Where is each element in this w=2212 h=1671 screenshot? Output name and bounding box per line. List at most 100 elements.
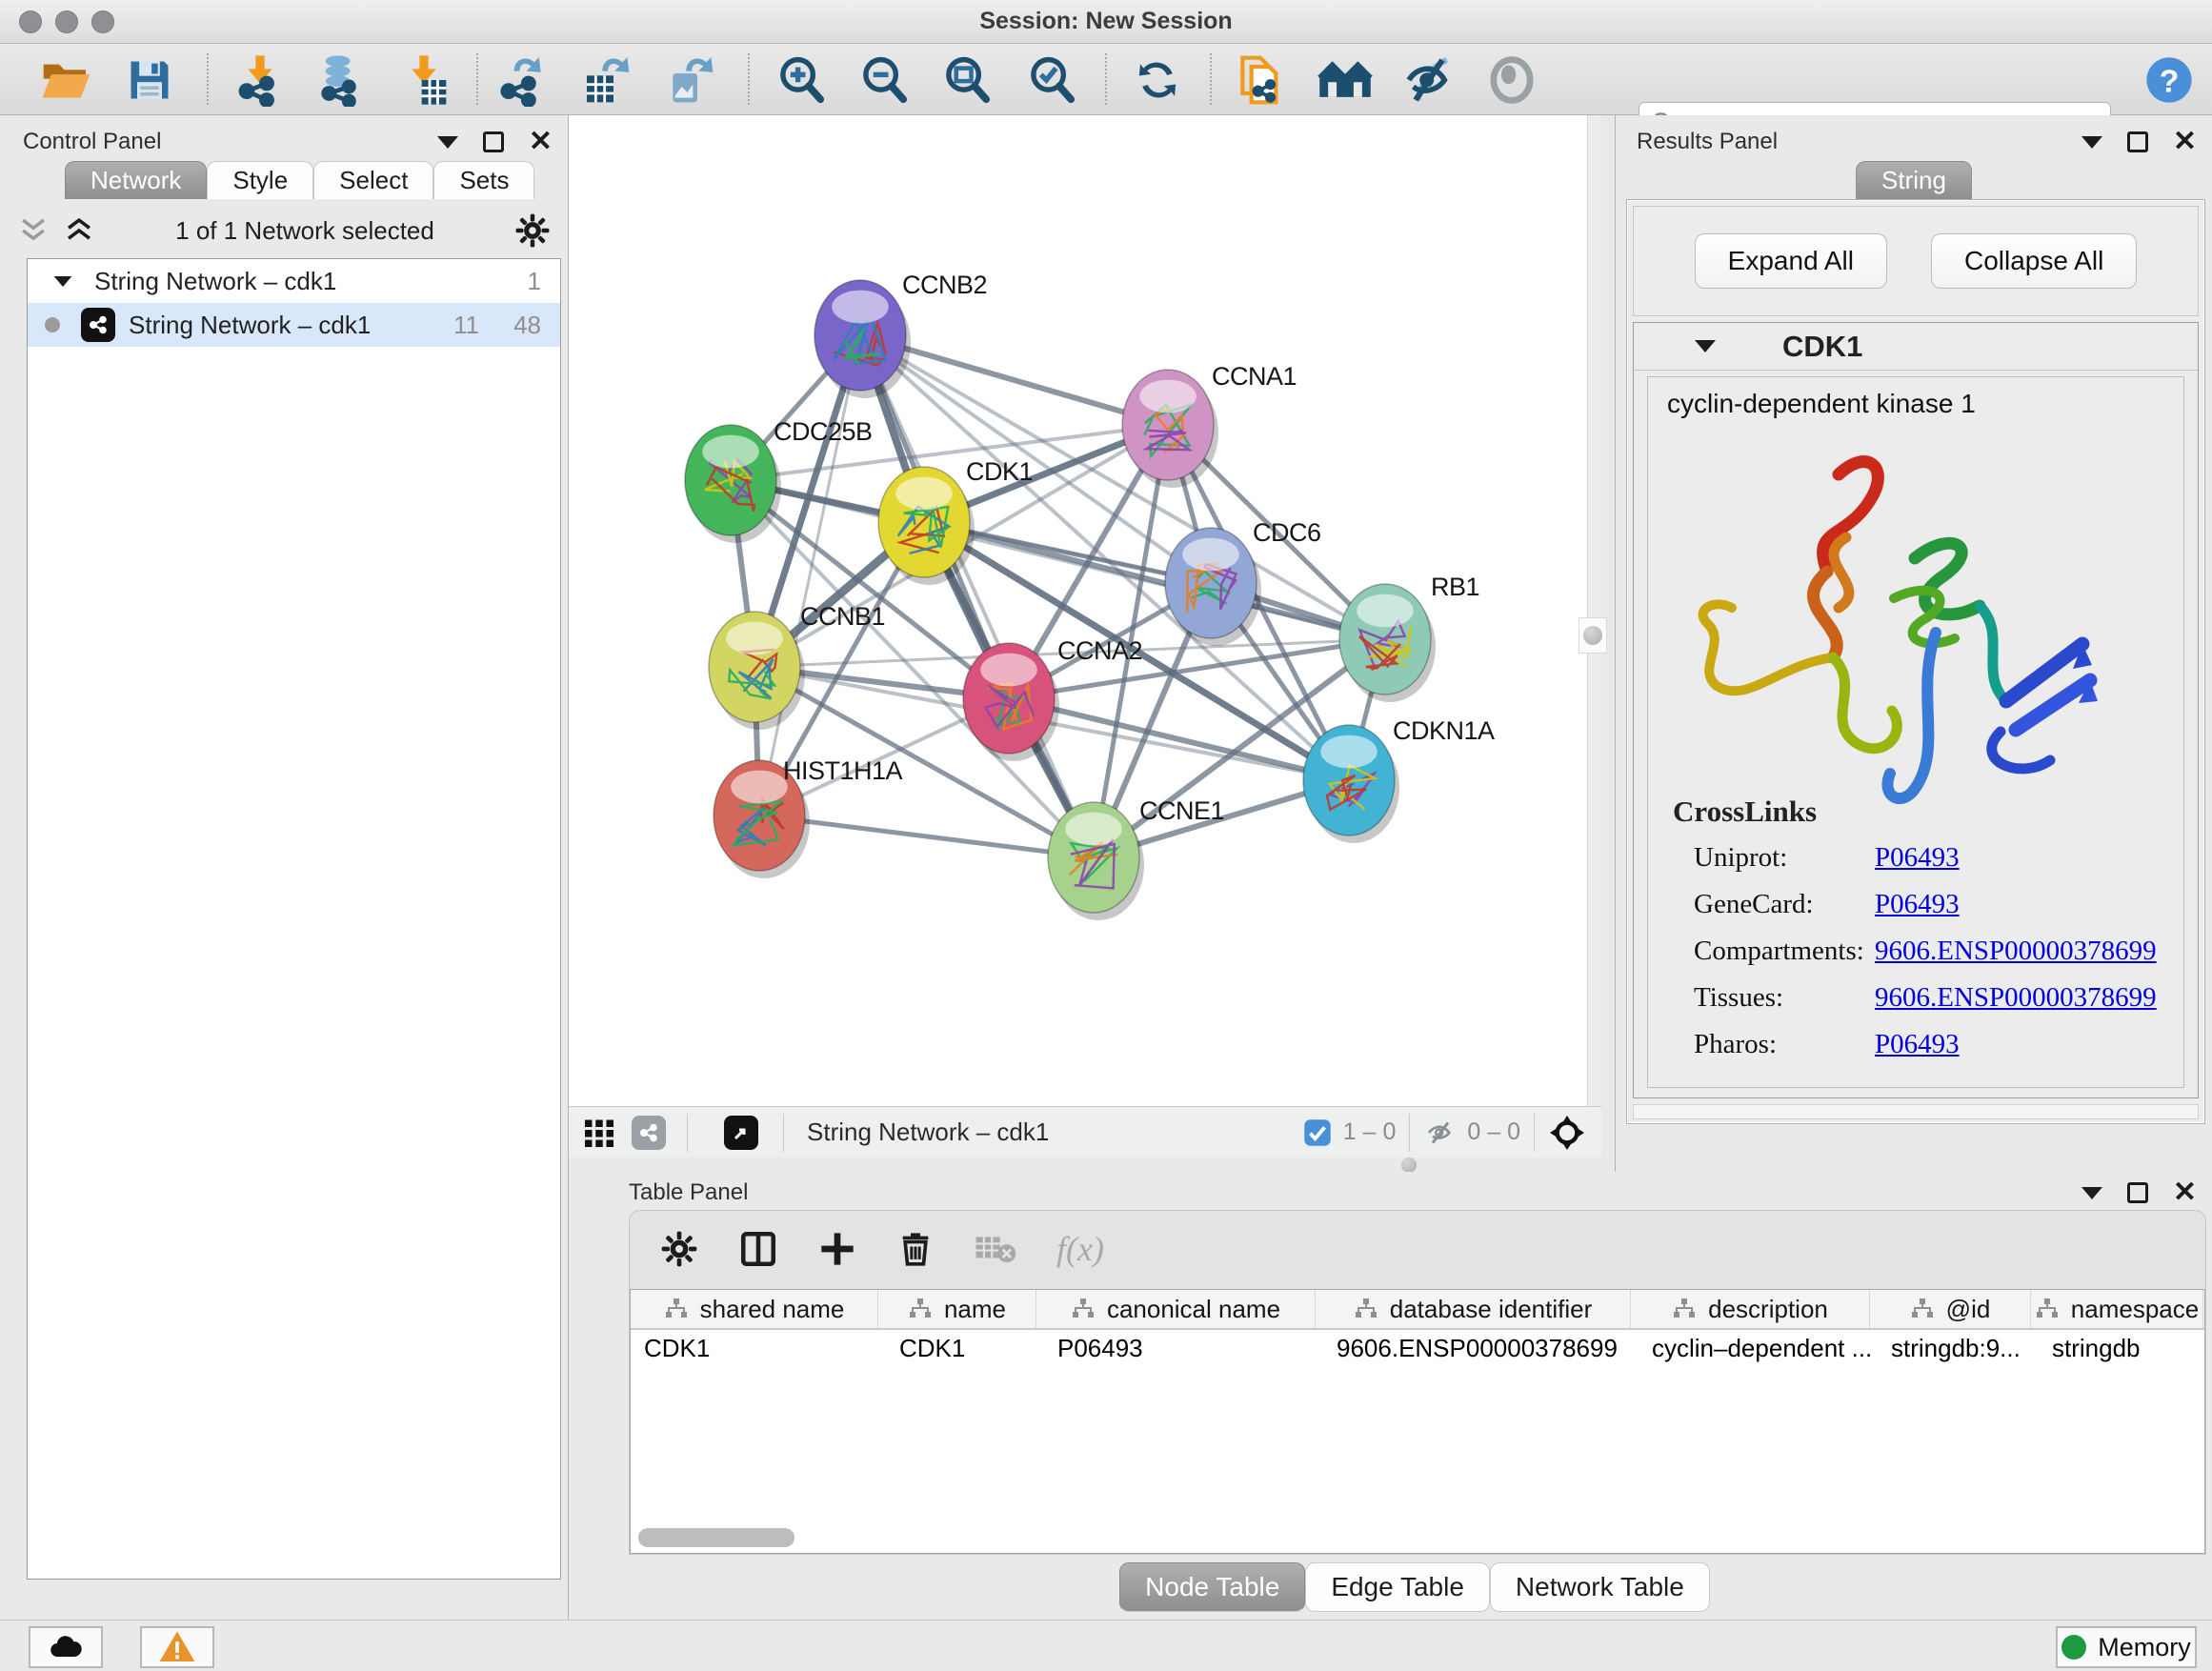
open-session-button[interactable] [38,52,93,108]
node-RB1[interactable]: RB1 [1339,573,1479,702]
column-header-canonical-name[interactable]: canonical name [1036,1290,1316,1328]
node-CCNB1[interactable]: CCNB1 [709,602,885,730]
expand-all-icon[interactable] [63,216,95,245]
right-splitter-track[interactable] [1587,115,1601,1106]
column-header-shared-name[interactable]: shared name [631,1290,878,1328]
table-cell[interactable]: stringdb [2031,1330,2203,1370]
float-panel-icon[interactable] [483,131,504,152]
gene-section-header[interactable]: CDK1 [1634,323,2198,371]
crosslink-link[interactable]: P06493 [1875,889,1960,920]
hide-graphics-button[interactable] [1401,52,1457,108]
column-header--id[interactable]: @id [1870,1290,2031,1328]
close-panel-icon[interactable]: ✕ [2173,131,2197,152]
node-CDK1[interactable]: CDK1 [878,457,1033,585]
network-canvas[interactable]: CCNB2CCNA1CDC25BCDK1CDC6RB1CCNB1CCNA2CDK… [569,115,1601,1106]
table-cell[interactable]: CDK1 [631,1330,878,1370]
tab-network-table[interactable]: Network Table [1490,1562,1710,1612]
crosslink-link[interactable]: 9606.ENSP00000378699 [1875,982,2157,1014]
table-hscroll-thumb[interactable] [638,1528,794,1547]
tab-style[interactable]: Style [207,161,313,199]
crosslink-link[interactable]: P06493 [1875,842,1960,874]
node-CDC6[interactable]: CDC6 [1165,518,1321,646]
refresh-button[interactable] [1130,52,1185,108]
zoom-out-button[interactable] [856,52,912,108]
panel-menu-icon[interactable] [2081,136,2102,149]
crosslink-link[interactable]: P06493 [1875,1029,1960,1060]
results-panel: Results Panel ✕ String Expand All Collap… [1615,115,2212,1172]
table-cell[interactable]: stringdb:9... [1870,1330,2031,1370]
memory-button[interactable]: Memory [2056,1626,2197,1668]
clone-network-button[interactable] [1233,52,1288,108]
crosslink-link[interactable]: 9606.ENSP00000378699 [1875,936,2157,967]
column-header-namespace[interactable]: namespace [2031,1290,2203,1328]
float-panel-icon[interactable] [2127,131,2148,152]
tab-string[interactable]: String [1856,161,1972,199]
import-network-database-button[interactable] [312,52,368,108]
node-CDKN1A[interactable]: CDKN1A [1303,716,1495,843]
cloud-icon [47,1628,85,1666]
network-view-type-icon[interactable] [632,1116,666,1150]
column-header-name[interactable]: name [878,1290,1036,1328]
zoom-fit-button[interactable] [939,52,995,108]
table-row[interactable]: CDK1CDK1P064939606.ENSP00000378699cyclin… [631,1330,2204,1370]
tab-edge-table[interactable]: Edge Table [1305,1562,1490,1612]
edge-CCNB2-HIST1H1A[interactable] [759,335,860,815]
function-builder-icon: f(x) [1056,1229,1104,1269]
export-table-button[interactable] [579,52,634,108]
column-header-database-identifier[interactable]: database identifier [1316,1290,1631,1328]
detach-view-icon[interactable] [724,1116,758,1150]
collapse-all-icon[interactable] [17,216,50,245]
network-row[interactable]: String Network – cdk1 11 48 [28,303,560,347]
expand-all-button[interactable]: Expand All [1695,233,1887,289]
network-collection-row[interactable]: String Network – cdk1 1 [28,259,560,303]
table-cell[interactable]: 9606.ENSP00000378699 [1316,1330,1631,1370]
panel-menu-icon[interactable] [2081,1187,2102,1199]
show-home-button[interactable] [1317,52,1373,108]
selected-checkbox-icon[interactable] [1303,1118,1332,1147]
close-panel-icon[interactable]: ✕ [2173,1182,2197,1203]
column-header-label: name [944,1295,1006,1324]
import-network-file-button[interactable] [232,52,288,108]
table-cell[interactable]: P06493 [1036,1330,1316,1370]
right-splitter-handle[interactable] [1579,617,1607,654]
tab-network[interactable]: Network [65,161,207,199]
export-image-button[interactable] [663,52,718,108]
column-header-description[interactable]: description [1631,1290,1870,1328]
cloud-status-button[interactable] [29,1626,103,1668]
birdseye-icon[interactable] [1548,1114,1586,1152]
zoom-selected-button[interactable] [1024,52,1079,108]
open-folder-icon [39,53,92,107]
tab-sets[interactable]: Sets [433,161,534,199]
add-column-icon[interactable] [818,1230,856,1268]
show-graphics-button[interactable] [1484,52,1539,108]
show-columns-icon[interactable] [738,1229,778,1269]
table-cell[interactable]: cyclin–dependent ... [1631,1330,1870,1370]
node-CDC25B[interactable]: CDC25B [685,417,873,543]
grid-view-icon[interactable] [582,1116,616,1150]
import-table-button[interactable] [396,52,452,108]
tab-select[interactable]: Select [313,161,433,199]
column-header-label: database identifier [1390,1295,1592,1324]
node-CCNE1[interactable]: CCNE1 [1048,796,1224,920]
help-button[interactable]: ? [2142,52,2197,108]
save-session-button[interactable] [122,52,177,108]
network-edge-count: 48 [513,311,541,340]
table-cell[interactable]: CDK1 [878,1330,1036,1370]
node-CCNB2[interactable]: CCNB2 [814,271,987,398]
close-panel-icon[interactable]: ✕ [529,131,553,152]
collapse-all-button[interactable]: Collapse All [1931,233,2137,289]
zoom-in-button[interactable] [774,52,829,108]
node-HIST1H1A[interactable]: HIST1H1A [714,756,903,878]
results-scrollbar[interactable] [1633,1104,2199,1119]
network-list: String Network – cdk1 1 String Network –… [27,258,561,1580]
float-panel-icon[interactable] [2127,1182,2148,1203]
section-collapse-icon[interactable] [1695,340,1716,352]
warnings-button[interactable] [140,1626,214,1668]
export-network-button[interactable] [495,52,551,108]
gear-icon[interactable] [514,212,551,249]
tab-node-table[interactable]: Node Table [1119,1562,1305,1612]
table-settings-gear-icon[interactable] [660,1230,698,1268]
collection-expand-icon[interactable] [54,275,72,286]
panel-menu-icon[interactable] [437,136,458,149]
delete-column-trash-icon[interactable] [896,1230,935,1268]
